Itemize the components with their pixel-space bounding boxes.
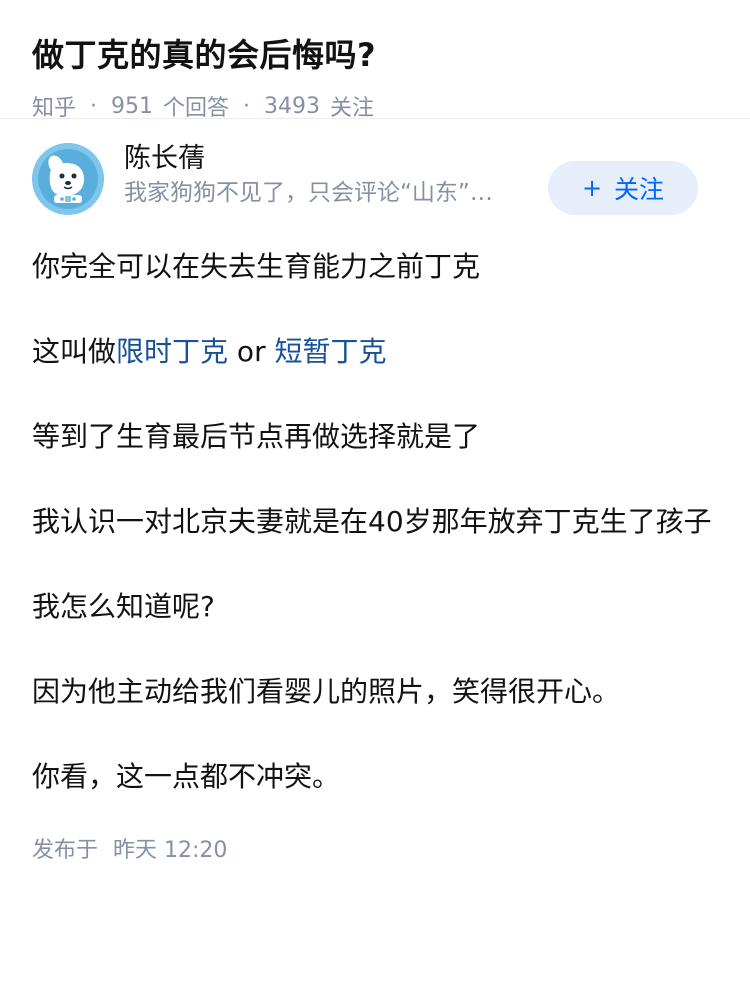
answer-paragraph: 这叫做限时丁克 or 短暂丁克 — [32, 328, 718, 376]
keyword-link-short-dink[interactable]: 短暂丁克 — [274, 335, 386, 368]
answer-count: 951 — [111, 93, 154, 119]
publish-label: 发布于 — [32, 838, 99, 863]
author-name[interactable]: 陈长蒨 — [124, 142, 528, 176]
meta-separator: · — [243, 93, 251, 119]
answer-card: 陈长蒨 我家狗狗不见了，只会评论“山东”… + 关注 你完全可以在失去生育能力之… — [0, 119, 750, 866]
source-label[interactable]: 知乎 — [32, 90, 76, 122]
answer-content: 你完全可以在失去生育能力之前丁克 这叫做限时丁克 or 短暂丁克 等到了生育最后… — [32, 243, 718, 801]
question-header: 做丁克的真的会后悔吗? 知乎 · 951 个回答 · 3493 关注 — [0, 0, 750, 122]
paragraph-text: 这叫做 — [32, 335, 117, 368]
answer-count-label[interactable]: 个回答 — [163, 90, 229, 122]
answer-paragraph: 你完全可以在失去生育能力之前丁克 — [32, 250, 481, 283]
answer-paragraph: 等到了生育最后节点再做选择就是了 — [32, 420, 481, 453]
author-bio: 我家狗狗不见了，只会评论“山东”… — [124, 180, 493, 206]
answer-paragraph: 我怎么知道呢? — [32, 590, 215, 623]
publish-time[interactable]: 发布于 昨天 12:20 — [32, 836, 718, 866]
keyword-link-limited-dink[interactable]: 限时丁克 — [116, 335, 228, 368]
answer-paragraph: 我认识一对北京夫妻就是在40岁那年放弃丁克生了孩子 — [32, 505, 712, 538]
follow-button-label: 关注 — [614, 175, 665, 204]
question-meta: 知乎 · 951 个回答 · 3493 关注 — [32, 90, 718, 122]
answer-paragraph: 因为他主动给我们看婴儿的照片，笑得很开心。 — [32, 675, 621, 708]
follower-count-label: 关注 — [330, 96, 375, 121]
paragraph-text: or — [228, 335, 275, 368]
author-info: 陈长蒨 我家狗狗不见了，只会评论“山东”… — [124, 142, 528, 210]
author-row: 陈长蒨 我家狗狗不见了，只会评论“山东”… + 关注 — [32, 119, 718, 231]
meta-separator: · — [90, 93, 98, 119]
question-title[interactable]: 做丁克的真的会后悔吗? — [32, 32, 718, 78]
follower-count: 3493 — [264, 93, 321, 119]
plus-icon: + — [581, 174, 603, 202]
answer-paragraph: 你看，这一点都不冲突。 — [32, 760, 341, 793]
publish-timestamp: 昨天 12:20 — [113, 838, 228, 863]
avatar[interactable] — [32, 143, 104, 215]
cartoon-dog-avatar-icon — [32, 143, 104, 215]
follow-button[interactable]: + 关注 — [548, 161, 698, 215]
